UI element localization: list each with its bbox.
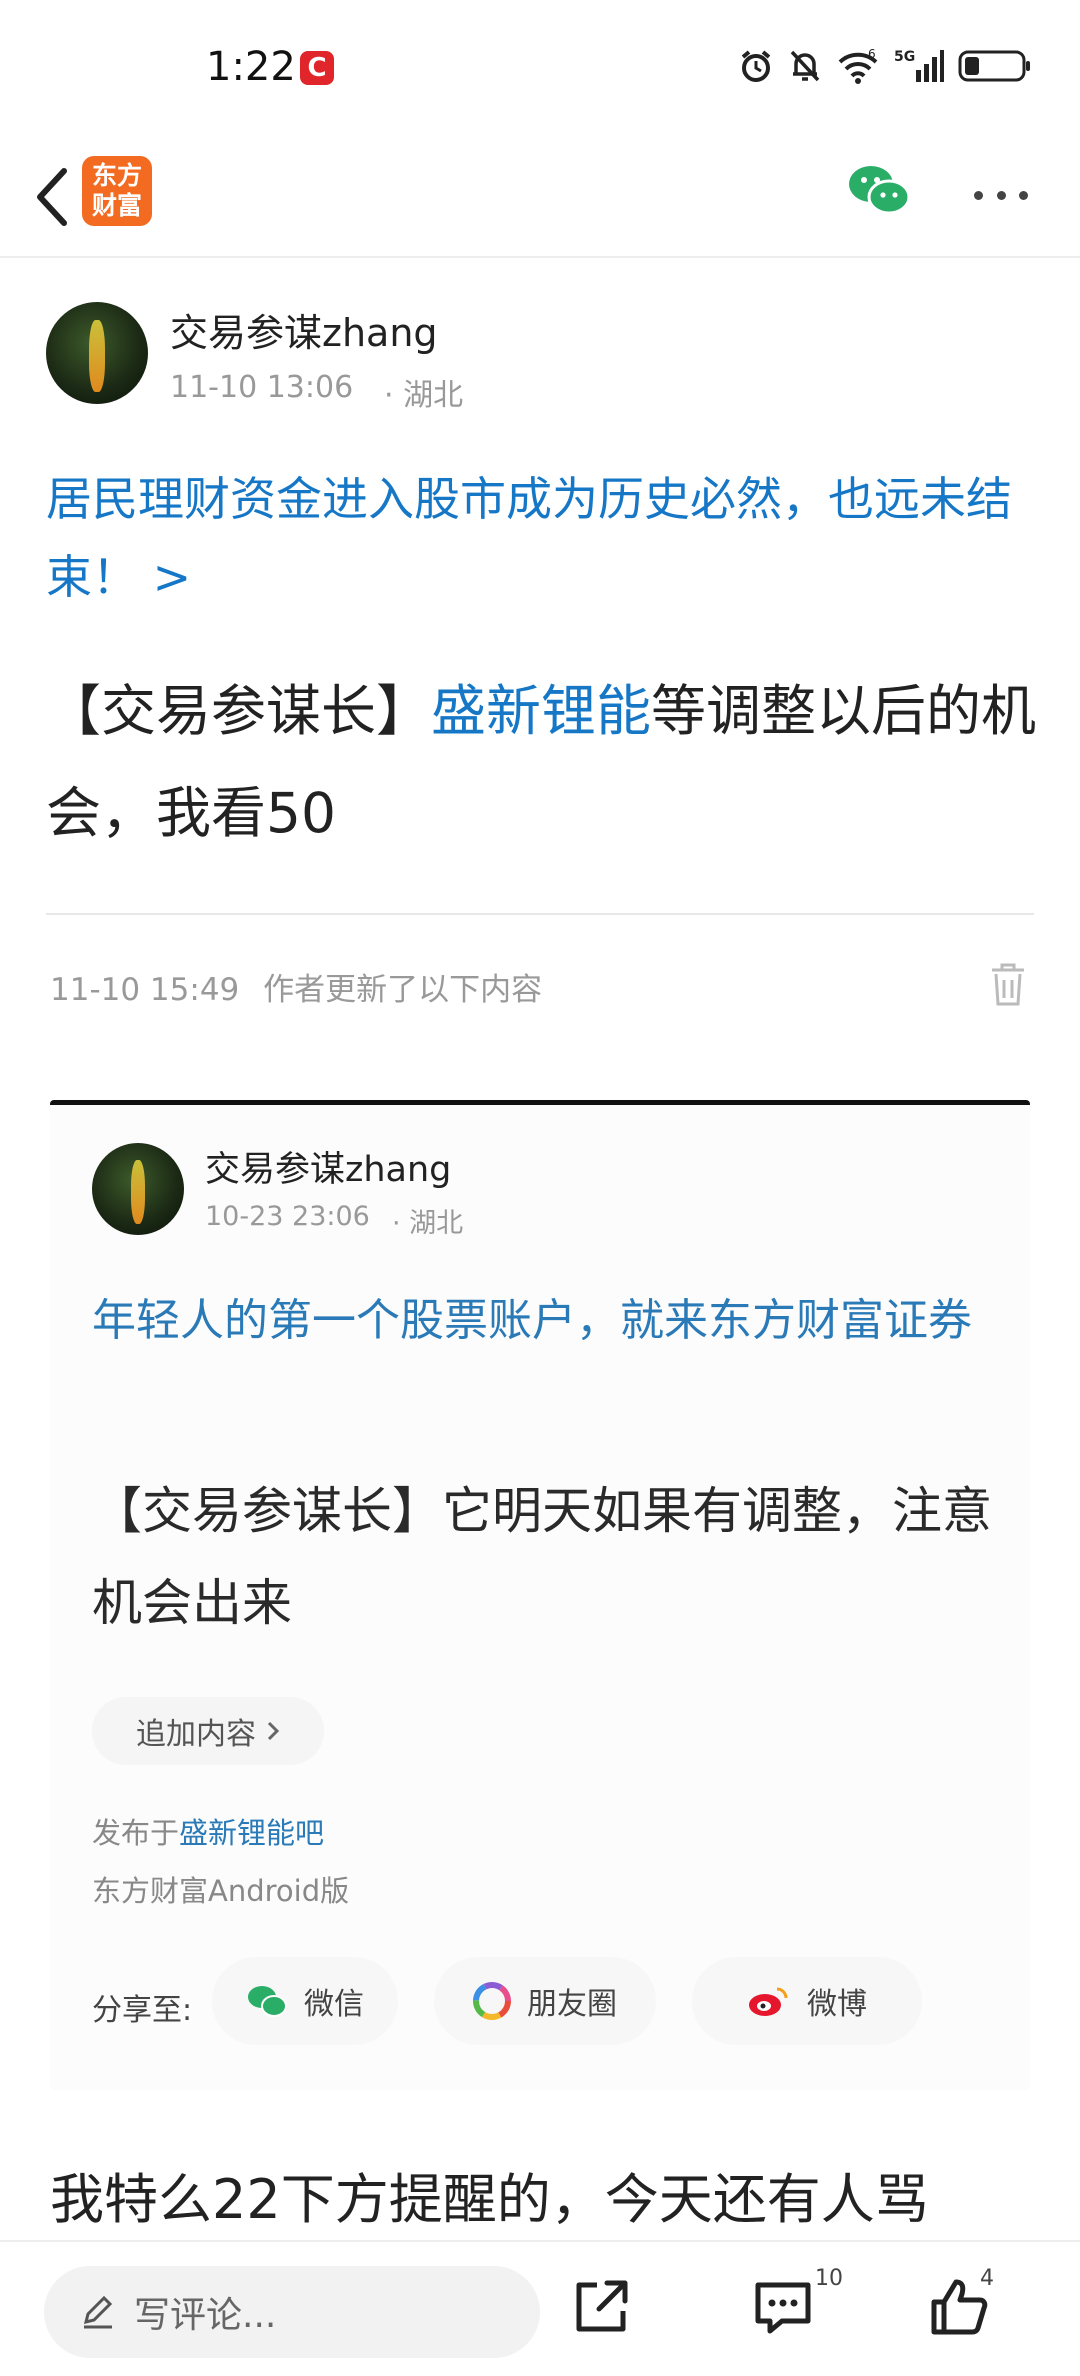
more-dot	[1019, 190, 1028, 200]
weibo-icon	[749, 1987, 788, 2016]
delete-button[interactable]	[988, 960, 1028, 1008]
embedded-topic-link: 年轻人的第一个股票账户，就来东方财富证券	[92, 1295, 972, 1346]
signal-5g-icon: 5G	[894, 49, 944, 82]
more-options-button[interactable]	[968, 170, 1034, 220]
update-text: 作者更新了以下内容	[263, 972, 543, 1008]
embedded-post-body: 【交易参谋长】它明天如果有调整，注意机会出来	[92, 1482, 992, 1632]
wechat-icon	[849, 166, 911, 215]
wifi-icon: 6	[838, 48, 878, 84]
comment-placeholder: 写评论...	[134, 2295, 277, 2336]
published-in: 发布于盛新锂能吧	[92, 1810, 324, 1852]
mute-icon	[790, 50, 820, 82]
update-time: 11-10 15:49	[50, 972, 240, 1008]
topic-link[interactable]: 居民理财资金进入股市成为历史必然，也远未结束！ >	[46, 460, 1036, 616]
post-continuation: 我特么22下方提醒的，今天还有人骂	[50, 2168, 929, 2231]
post-body-prefix: 【交易参谋长】	[46, 679, 432, 743]
trash-icon	[992, 963, 1024, 1006]
share-moments-label: 朋友圈	[527, 1987, 617, 2022]
add-content-pill: 追加内容	[92, 1697, 324, 1765]
embedded-location: · 湖北	[392, 1208, 464, 1239]
forward-button[interactable]	[566, 2272, 636, 2342]
comment-icon	[755, 2282, 811, 2334]
chevron-left-icon	[37, 168, 67, 226]
svg-text:5G: 5G	[894, 49, 915, 65]
embedded-author-avatar	[92, 1143, 184, 1235]
status-icons: 6 5G	[738, 46, 1032, 86]
author-avatar[interactable]	[46, 302, 148, 404]
status-time: 1:22	[206, 44, 296, 90]
svg-text:6: 6	[868, 48, 876, 61]
post-timestamp: 11-10 13:06	[170, 370, 354, 405]
app-logo: 东方 财富	[82, 156, 152, 226]
post-location: · 湖北	[384, 378, 464, 413]
share-wechat-label: 微信	[304, 1987, 364, 2022]
wechat-share-button[interactable]	[846, 160, 912, 226]
divider	[46, 913, 1034, 915]
share-weibo-label: 微博	[807, 1987, 867, 2022]
embedded-screenshot-image[interactable]: 交易参谋zhang 10-23 23:06 · 湖北 年轻人的第一个股票账户，就…	[50, 1100, 1030, 2090]
bottom-bar: 写评论... 10 4	[0, 2240, 1080, 2376]
comment-count: 10	[815, 2266, 843, 2291]
board-name: 盛新锂能吧	[179, 1816, 325, 1850]
alarm-icon	[741, 50, 771, 82]
post-body: 【交易参谋长】盛新锂能等调整以后的机会，我看50	[46, 660, 1046, 864]
logo-text-bottom: 财富	[91, 191, 142, 220]
back-button[interactable]	[22, 162, 82, 232]
share-label: 分享至:	[92, 1993, 193, 2028]
chevron-right-icon	[267, 1721, 280, 1741]
status-bar: 1:22 C 6 5G	[0, 0, 1080, 140]
app-notification-badge: C	[300, 51, 334, 85]
published-prefix: 发布于	[92, 1816, 180, 1850]
logo-text-top: 东方	[91, 161, 142, 190]
wechat-icon	[248, 1986, 287, 2017]
comment-input[interactable]: 写评论...	[44, 2266, 540, 2358]
battery-icon	[958, 50, 1030, 82]
moments-icon	[473, 1982, 511, 2020]
more-dot	[996, 190, 1006, 200]
add-content-label: 追加内容	[136, 1717, 256, 1752]
nav-bar: 东方 财富	[0, 140, 1080, 258]
embedded-author-name: 交易参谋zhang	[205, 1150, 452, 1190]
share-moments-pill: 朋友圈	[434, 1957, 656, 2045]
share-weibo-pill: 微博	[692, 1957, 922, 2045]
update-note: 11-10 15:49 作者更新了以下内容	[50, 964, 542, 1009]
share-out-icon	[576, 2280, 628, 2332]
comment-button[interactable]	[748, 2272, 818, 2342]
embedded-timestamp: 10-23 23:06	[205, 1201, 370, 1232]
like-count: 4	[980, 2266, 994, 2291]
pencil-icon	[83, 2295, 113, 2329]
stock-link[interactable]: 盛新锂能	[431, 679, 651, 743]
client-version: 东方财富Android版	[92, 1874, 350, 1908]
more-dot	[974, 190, 983, 200]
author-name[interactable]: 交易参谋zhang	[170, 302, 438, 357]
share-wechat-pill: 微信	[212, 1957, 398, 2045]
